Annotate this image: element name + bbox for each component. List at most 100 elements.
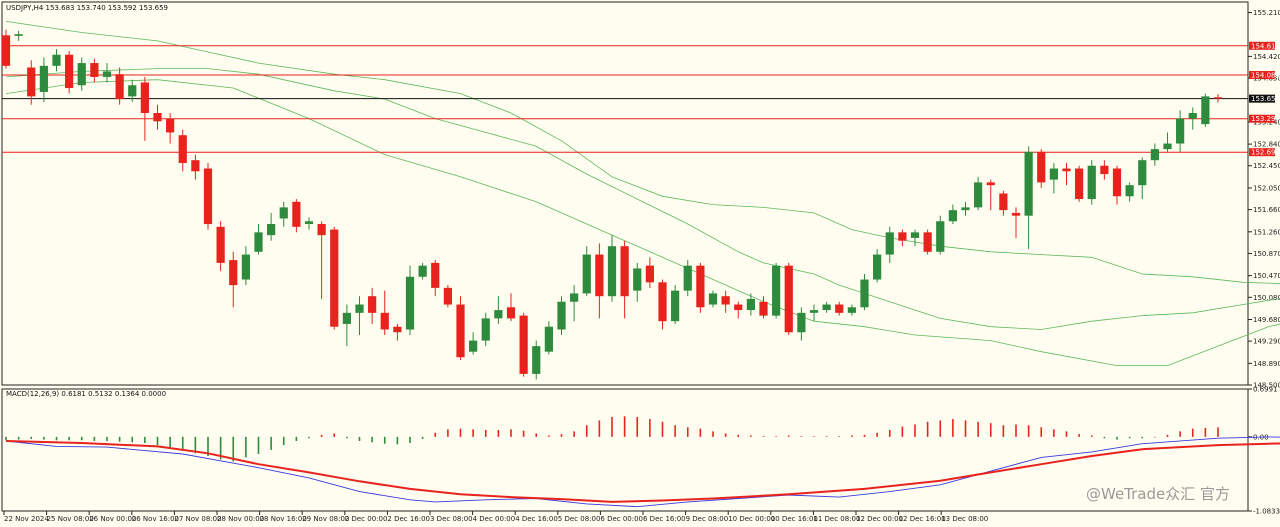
- candle-body: [279, 207, 288, 219]
- time-tick-label: 2 Dec 00:00: [345, 515, 388, 523]
- candle-body: [481, 318, 490, 341]
- candle-body: [380, 312, 389, 330]
- candle-body: [620, 246, 629, 297]
- candle-body: [1, 35, 11, 66]
- price-tick-label: 150.870: [1253, 250, 1280, 258]
- candle-body: [330, 229, 339, 327]
- time-tick-label: 27 Nov 08:00: [174, 515, 221, 523]
- candle-body: [1188, 113, 1197, 119]
- candle-body: [1138, 160, 1147, 186]
- symbol-header: USDJPY,H4 153.683 153.740 153.592 153.65…: [6, 4, 168, 12]
- candle-body: [1024, 151, 1033, 216]
- candle-body: [203, 168, 213, 225]
- candle-body: [469, 340, 478, 352]
- level-tag-label: 154.611: [1251, 42, 1280, 50]
- candle-body: [1213, 97, 1223, 99]
- candle-body: [570, 293, 579, 302]
- time-tick-label: 12 Dec 00:00: [856, 515, 903, 523]
- price-tick-label: 151.260: [1253, 228, 1280, 236]
- candle-body: [14, 34, 23, 36]
- candle-body: [342, 312, 351, 324]
- candle-body: [582, 254, 591, 294]
- candle-body: [1150, 149, 1159, 161]
- candle-body: [1176, 118, 1185, 144]
- price-tick-label: 148.890: [1253, 360, 1280, 368]
- price-tick-label: 154.420: [1253, 53, 1280, 61]
- candle-body: [809, 310, 819, 313]
- candle-body: [746, 298, 755, 311]
- candle-body: [241, 254, 250, 280]
- candle-body: [355, 304, 364, 313]
- candle-body: [784, 265, 793, 333]
- candle-body: [696, 265, 705, 308]
- candle-body: [671, 290, 680, 322]
- candle-body: [645, 265, 654, 283]
- candle-body: [140, 82, 149, 114]
- candle-body: [557, 301, 566, 330]
- candle-body: [317, 224, 326, 236]
- time-tick-label: 3 Dec 08:00: [430, 515, 473, 523]
- candle-body: [860, 279, 869, 308]
- level-tag-label: 153.659: [1251, 95, 1280, 103]
- time-tick-label: 2 Dec 16:00: [387, 515, 430, 523]
- candle-body: [494, 310, 503, 319]
- candle-body: [443, 287, 452, 305]
- candle-body: [1049, 168, 1058, 180]
- time-tick-label: 13 Dec 08:00: [941, 515, 988, 523]
- time-tick-label: 28 Nov 00:00: [217, 515, 264, 523]
- candle-body: [797, 312, 806, 333]
- candle-body: [65, 54, 74, 89]
- candle-body: [216, 226, 225, 263]
- price-panel-frame: [1, 1, 1249, 386]
- macd-header: MACD(12,26,9) 0.6181 0.5132 0.1364 0.000…: [6, 390, 166, 398]
- candle-body: [368, 296, 377, 313]
- time-tick-label: 10 Dec 00:00: [728, 515, 775, 523]
- candle-body: [607, 246, 617, 297]
- time-tick-label: 6 Dec 00:00: [600, 515, 643, 523]
- price-tick-label: 150.470: [1253, 272, 1280, 280]
- time-tick-label: 5 Dec 08:00: [558, 515, 601, 523]
- candle-body: [772, 265, 781, 316]
- candle-body: [52, 54, 61, 66]
- candle-body: [898, 232, 907, 241]
- price-chart: 155.210154.420154.030153.240152.840152.4…: [1, 1, 1280, 523]
- candle-body: [544, 326, 553, 352]
- candle-body: [658, 282, 667, 322]
- candle-body: [986, 182, 995, 186]
- candle-body: [999, 193, 1008, 211]
- candle-body: [1062, 168, 1071, 172]
- candle-body: [1011, 212, 1021, 216]
- candle-body: [1100, 165, 1109, 175]
- candle-body: [633, 268, 642, 291]
- candle-body: [759, 301, 768, 316]
- candle-body: [90, 63, 99, 77]
- candle-body: [39, 65, 48, 92]
- time-tick-label: 10 Dec 16:00: [771, 515, 818, 523]
- level-tag-label: 154.085: [1251, 71, 1280, 79]
- candle-body: [304, 221, 314, 225]
- candle-body: [267, 224, 276, 236]
- price-tick-label: 152.050: [1253, 184, 1280, 192]
- candle-body: [405, 276, 415, 330]
- macd-tick-label: 0.6991: [1253, 386, 1278, 394]
- time-tick-label: 6 Dec 16:00: [643, 515, 686, 523]
- candle-body: [1037, 151, 1046, 183]
- candle-body: [1087, 165, 1096, 200]
- candle-body: [910, 232, 920, 238]
- time-tick-label: 9 Dec 08:00: [686, 515, 729, 523]
- candle-body: [77, 63, 86, 86]
- candle-body: [456, 304, 465, 358]
- level-tag-label: 152.694: [1251, 149, 1280, 157]
- time-tick-label: 29 Nov 08:00: [302, 515, 349, 523]
- candle-body: [1163, 143, 1172, 150]
- candle-body: [1201, 96, 1210, 125]
- candle-body: [847, 307, 856, 313]
- candle-body: [708, 293, 718, 305]
- time-tick-label: 4 Dec 16:00: [515, 515, 558, 523]
- candle-body: [431, 262, 440, 288]
- candle-body: [721, 296, 730, 305]
- candle-body: [166, 118, 175, 133]
- level-tag-label: 153.297: [1251, 115, 1280, 123]
- candle-body: [153, 113, 162, 122]
- price-tick-label: 152.450: [1253, 162, 1280, 170]
